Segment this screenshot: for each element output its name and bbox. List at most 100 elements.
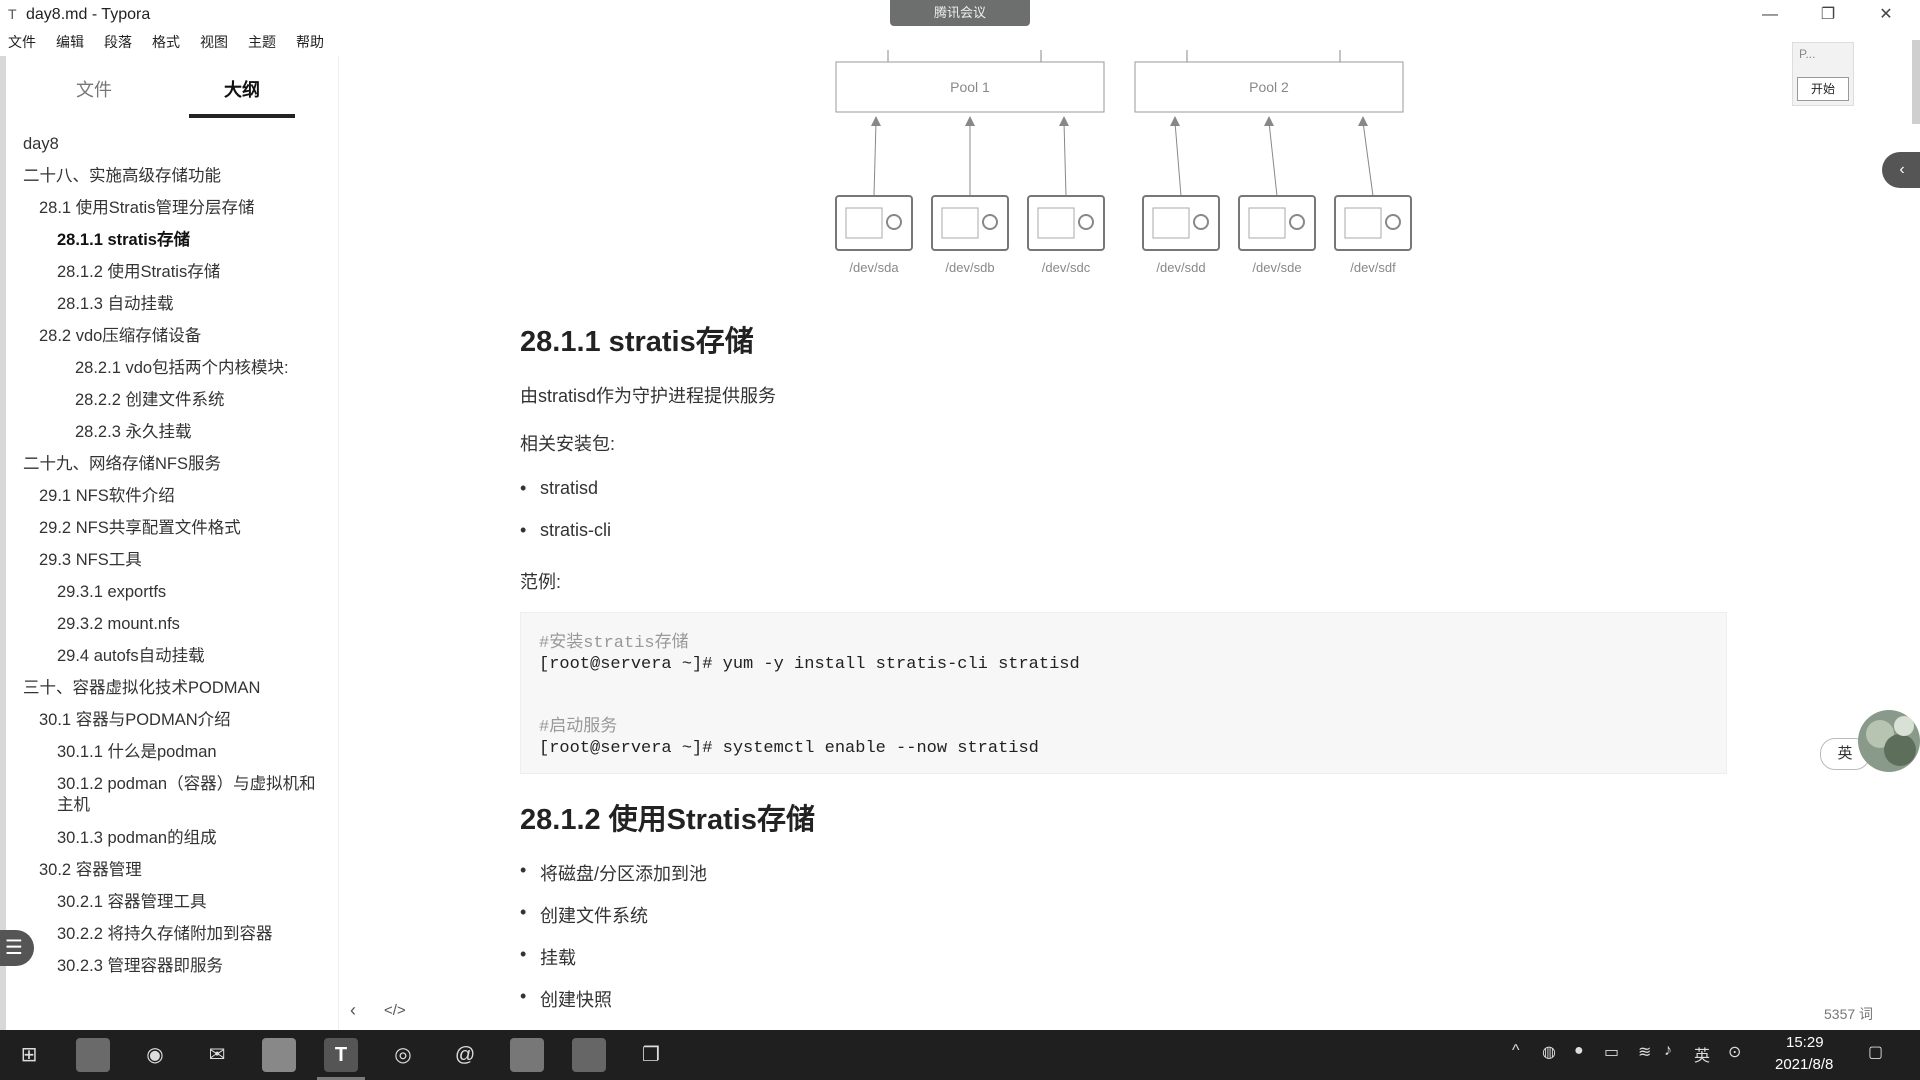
outline-item[interactable]: 28.1.1 stratis存储: [6, 224, 338, 256]
paragraph-example: 范例:: [520, 572, 562, 592]
list-item-step: 创建快照: [520, 986, 612, 1012]
outline-item[interactable]: day8: [6, 128, 338, 160]
disk-label: /dev/sde: [1252, 260, 1301, 275]
disk-label: /dev/sdd: [1156, 260, 1205, 275]
menu-help[interactable]: 帮助: [296, 30, 324, 54]
outline-item[interactable]: 29.3 NFS工具: [6, 544, 338, 576]
list-item-step: 将磁盘/分区添加到池: [520, 860, 707, 886]
menu-paragraph[interactable]: 段落: [104, 30, 132, 54]
screen-app-icon[interactable]: [572, 1038, 606, 1072]
clock-time[interactable]: 15:29: [1786, 1034, 1824, 1051]
ime-tray-label[interactable]: 英: [1694, 1042, 1710, 1066]
collapse-panel-handle[interactable]: ‹: [1882, 152, 1920, 188]
tray-expand-icon[interactable]: ^: [1512, 1042, 1520, 1060]
arrow-head-icon: [1264, 116, 1274, 126]
disk-to-pool-arrow: [1362, 121, 1374, 197]
outline-item[interactable]: 30.2.2 将持久存储附加到容器: [6, 918, 338, 950]
close-button[interactable]: ✕: [1864, 2, 1908, 28]
paragraph-packages: 相关安装包:: [520, 434, 616, 454]
code-block[interactable]: #安装stratis存储 [root@servera ~]# yum -y in…: [520, 612, 1727, 774]
disk-to-pool-arrow: [1268, 121, 1278, 197]
outline-item[interactable]: 30.2 容器管理: [6, 854, 338, 886]
start-button[interactable]: 开始: [1797, 77, 1849, 101]
wifi-icon[interactable]: ≋: [1638, 1042, 1651, 1062]
disk-label: /dev/sdb: [945, 260, 994, 275]
outline-item[interactable]: 28.1.3 自动挂载: [6, 288, 338, 320]
arrow-head-icon: [965, 116, 975, 126]
outline-item[interactable]: 29.2 NFS共享配置文件格式: [6, 512, 338, 544]
minimize-button[interactable]: —: [1748, 2, 1792, 28]
outline-item[interactable]: 28.2.2 创建文件系统: [6, 384, 338, 416]
source-code-mode-icon[interactable]: </>: [384, 1002, 406, 1019]
outline-item[interactable]: 29.4 autofs自动挂载: [6, 640, 338, 672]
outline-item[interactable]: 30.1.3 podman的组成: [6, 822, 338, 854]
tencent-meeting-pill[interactable]: 腾讯会议: [890, 0, 1030, 26]
sidebar: 文件 大纲 day8 二十八、实施高级存储功能 28.1 使用Stratis管理分层…: [6, 56, 339, 1030]
window-title: day8.md - Typora: [26, 6, 151, 23]
pool-label: Pool 1: [950, 79, 990, 95]
menu-view[interactable]: 视图: [200, 30, 228, 54]
list-item-step: 挂载: [520, 944, 576, 970]
outline-item[interactable]: 28.2 vdo压缩存储设备: [6, 320, 338, 352]
tab-outline[interactable]: 大纲: [224, 76, 260, 102]
outline-item[interactable]: 30.2.3 管理容器即服务: [6, 950, 338, 982]
volume-icon[interactable]: ♪: [1664, 1042, 1672, 1060]
disk-to-pool-arrow: [1174, 121, 1182, 197]
pool-label: Pool 2: [1249, 79, 1289, 95]
photos-icon[interactable]: [510, 1038, 544, 1072]
outline-item[interactable]: 28.2.3 永久挂载: [6, 416, 338, 448]
outline-item[interactable]: 二十九、网络存储NFS服务: [6, 448, 338, 480]
heading-28-1-2: 28.1.2 使用Stratis存储: [520, 804, 815, 836]
notification-icon[interactable]: ▢: [1868, 1042, 1883, 1062]
task-view-icon[interactable]: ❐: [634, 1038, 668, 1072]
widget-label: P...: [1799, 47, 1816, 61]
arrow-head-icon: [871, 116, 881, 126]
outline-item[interactable]: 29.3.2 mount.nfs: [6, 608, 338, 640]
windows-taskbar: ⊞ ◉ ✉ T ◎ @ ❐ ^ ◍ ● ▭ ≋ ♪ 英 ⊙ 15:29 2021…: [0, 1030, 1920, 1080]
word-count[interactable]: 5357 词: [1824, 1004, 1873, 1024]
menu-file[interactable]: 文件: [8, 30, 36, 54]
microphone-icon[interactable]: ●: [1574, 1042, 1584, 1060]
outline-item[interactable]: 29.3.1 exportfs: [6, 576, 338, 608]
outline-item[interactable]: 30.1.2 podman（容器）与虚拟机和主机: [6, 768, 317, 822]
outline-item[interactable]: 28.1 使用Stratis管理分层存储: [6, 192, 338, 224]
chevron-left-icon[interactable]: ‹: [350, 1000, 356, 1021]
tray-app-icon[interactable]: ◍: [1542, 1042, 1556, 1062]
code-line-enable: [root@servera ~]# systemctl enable --now…: [539, 739, 1039, 758]
floating-widget: P... 开始: [1792, 42, 1854, 106]
code-line-install: [root@servera ~]# yum -y install stratis…: [539, 655, 1080, 674]
file-explorer-icon[interactable]: [262, 1038, 296, 1072]
avatar[interactable]: [1858, 710, 1920, 772]
outline-list: day8 二十八、实施高级存储功能 28.1 使用Stratis管理分层存储 28.1…: [6, 128, 338, 982]
code-comment-install: #安装stratis存储: [539, 634, 689, 653]
outline-item[interactable]: 30.1 容器与PODMAN介绍: [6, 704, 338, 736]
app-thumbnail-icon[interactable]: [76, 1038, 110, 1072]
disk-to-pool-arrow: [873, 121, 877, 197]
menu-format[interactable]: 格式: [152, 30, 180, 54]
browser-icon[interactable]: ◉: [138, 1038, 172, 1072]
code-comment-start: #启动服务: [539, 718, 618, 737]
outline-item[interactable]: 30.1.1 什么是podman: [6, 736, 338, 768]
heading-28-1-1: 28.1.1 stratis存储: [520, 326, 754, 358]
typora-taskbar-icon[interactable]: T: [324, 1038, 358, 1072]
battery-icon[interactable]: ▭: [1604, 1042, 1619, 1062]
outline-item[interactable]: 30.2.1 容器管理工具: [6, 886, 338, 918]
clock-date[interactable]: 2021/8/8: [1775, 1056, 1833, 1073]
tab-files[interactable]: 文件: [76, 76, 112, 102]
restore-button[interactable]: ❐: [1806, 2, 1850, 28]
outline-item[interactable]: 二十八、实施高级存储功能: [6, 160, 338, 192]
obs-icon[interactable]: ◎: [386, 1038, 420, 1072]
menu-theme[interactable]: 主题: [248, 30, 276, 54]
shell-icon[interactable]: @: [448, 1038, 482, 1072]
outline-item[interactable]: 28.1.2 使用Stratis存储: [6, 256, 338, 288]
disk-to-pool-arrow: [1063, 121, 1067, 197]
outline-item[interactable]: 29.1 NFS软件介绍: [6, 480, 338, 512]
scrollbar-thumb[interactable]: [1912, 40, 1920, 124]
avatar-image: [1866, 716, 1916, 766]
outline-item[interactable]: 28.2.1 vdo包括两个内核模块:: [6, 352, 338, 384]
outline-item[interactable]: 三十、容器虚拟化技术PODMAN: [6, 672, 338, 704]
windows-start-icon[interactable]: ⊞: [12, 1038, 46, 1072]
menu-edit[interactable]: 编辑: [56, 30, 84, 54]
wechat-icon[interactable]: ✉: [200, 1038, 234, 1072]
search-tray-icon[interactable]: ⊙: [1728, 1042, 1741, 1062]
